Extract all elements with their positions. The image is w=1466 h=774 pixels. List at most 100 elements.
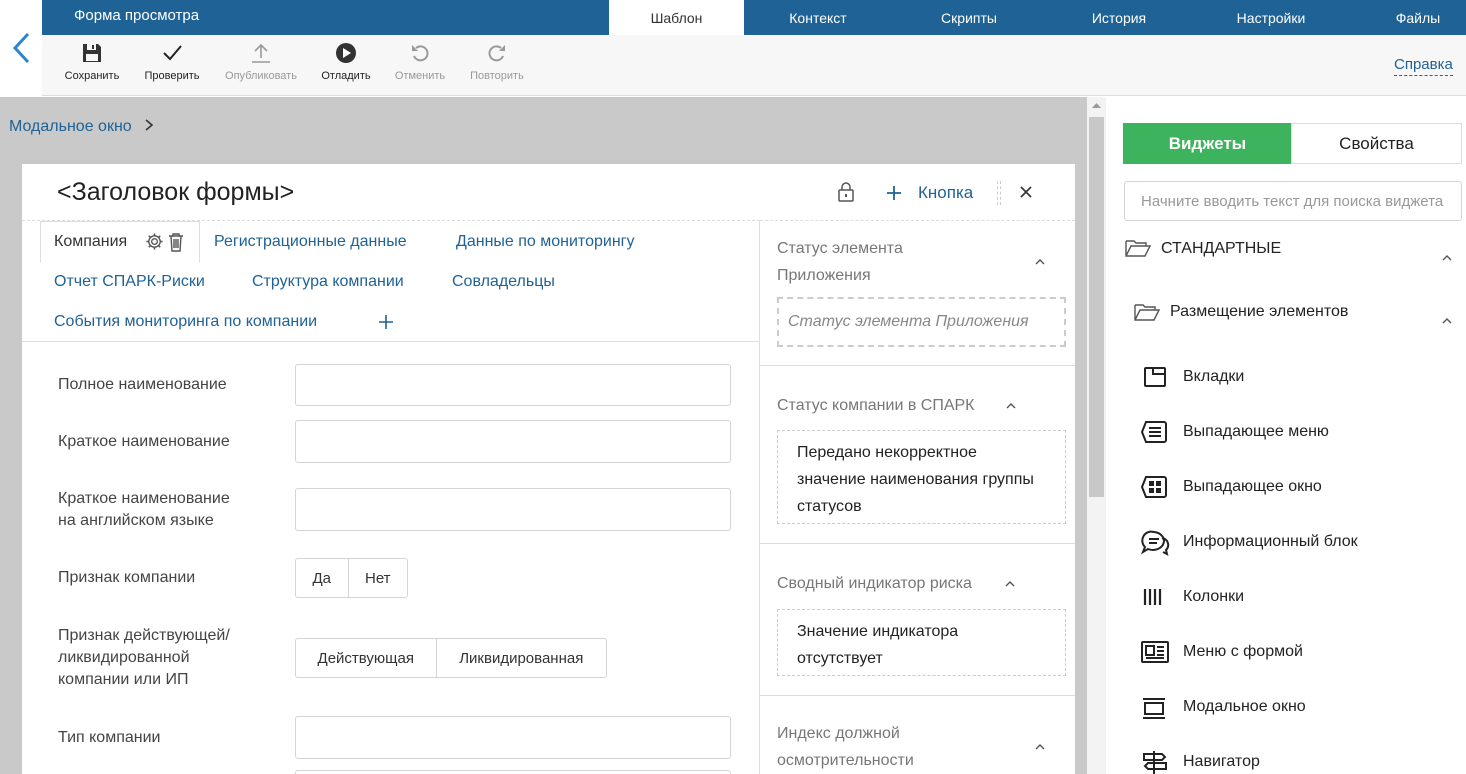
debug-button[interactable]: Отладить: [306, 40, 386, 92]
drag-handle[interactable]: [997, 181, 1001, 205]
redo-icon: [488, 45, 505, 62]
play-icon: [336, 43, 356, 63]
folder-open-icon: [1125, 240, 1151, 257]
chevron-up-icon[interactable]: [1004, 580, 1016, 588]
tab-company-structure[interactable]: Структура компании: [252, 273, 404, 291]
tab-settings[interactable]: Настройки: [1212, 0, 1330, 35]
widget-tabs[interactable]: Вкладки: [1140, 364, 1440, 392]
upload-icon: [252, 43, 270, 63]
tab-company[interactable]: Компания: [54, 233, 127, 251]
label-company-type: Тип компании: [58, 729, 161, 746]
widget-info-block[interactable]: Информационный блок: [1140, 529, 1440, 557]
tab-registration[interactable]: Регистрационные данные: [214, 233, 407, 251]
tab-history[interactable]: История: [1060, 0, 1178, 35]
save-icon: [83, 44, 101, 62]
scroll-up-icon[interactable]: [1091, 101, 1102, 109]
add-button[interactable]: Кнопка: [918, 183, 973, 203]
chevron-up-icon[interactable]: [1005, 402, 1017, 410]
navigator-icon: [1143, 751, 1167, 774]
company-type-input[interactable]: [295, 716, 731, 759]
chevron-up-icon[interactable]: [1034, 258, 1046, 266]
side-divider: [760, 365, 1075, 366]
back-button[interactable]: [0, 0, 42, 96]
undo-icon: [412, 45, 429, 62]
redo-button[interactable]: Повторить: [457, 40, 537, 92]
tab-properties[interactable]: Свойства: [1291, 123, 1462, 164]
tab-co-owners[interactable]: Совладельцы: [452, 273, 555, 291]
risk-box: Значение индикатора отсутствует: [777, 609, 1066, 676]
undo-button[interactable]: Отменить: [380, 40, 460, 92]
label-active-sign: Признак действующей/ликвидированной компа…: [58, 627, 230, 688]
tab-monitoring-events[interactable]: События мониторинга по компании: [54, 313, 317, 331]
publish-button[interactable]: Опубликовать: [221, 40, 301, 92]
full-name-input[interactable]: [295, 364, 731, 406]
side-divider: [760, 695, 1075, 696]
status-app-title: Статус элемента Приложения: [777, 240, 903, 284]
short-name-input[interactable]: [295, 420, 731, 463]
breadcrumb[interactable]: Модальное окно: [9, 118, 154, 136]
form-title[interactable]: <Заголовок формы>: [57, 178, 294, 207]
tab-context[interactable]: Контекст: [760, 0, 876, 35]
company-sign-toggle[interactable]: Да Нет: [295, 558, 408, 598]
toggle-active[interactable]: Действующая: [296, 639, 436, 677]
label-full-name: Полное наименование: [58, 376, 227, 393]
toggle-yes[interactable]: Да: [296, 559, 348, 597]
tab-scripts[interactable]: Скрипты: [910, 0, 1028, 35]
side-top-border: [760, 220, 1075, 221]
risk-title: Сводный индикатор риска: [777, 575, 972, 592]
scroll-thumb[interactable]: [1089, 117, 1104, 497]
dropdown-menu-icon: [1140, 421, 1167, 443]
close-icon[interactable]: [1019, 185, 1033, 199]
tab-template[interactable]: Шаблон: [609, 0, 744, 35]
toggle-liquidated[interactable]: Ликвидированная: [435, 639, 606, 677]
subgroup-layout[interactable]: Размещение элементов: [1170, 303, 1348, 321]
info-block-icon: [1140, 530, 1170, 556]
add-button-icon[interactable]: [885, 184, 903, 202]
spark-status-title: Статус компании в СПАРК: [777, 397, 975, 414]
active-sign-toggle[interactable]: Действующая Ликвидированная: [295, 638, 607, 678]
add-tab-icon[interactable]: [377, 313, 395, 331]
dropdown-window-icon: [1140, 476, 1167, 498]
label-short-name-en: Краткое наименование на английском языке: [58, 490, 230, 529]
side-divider: [760, 543, 1075, 544]
widget-navigator[interactable]: Навигатор: [1140, 749, 1440, 774]
next-field-input[interactable]: [295, 770, 731, 774]
trash-icon[interactable]: [167, 232, 185, 252]
widget-dropdown-window[interactable]: Выпадающее окно: [1140, 474, 1440, 502]
lock-icon[interactable]: [836, 181, 856, 203]
app-title: Форма просмотра: [74, 7, 200, 24]
widget-columns[interactable]: Колонки: [1140, 584, 1440, 612]
gear-icon[interactable]: [145, 232, 164, 251]
chevron-right-icon: [145, 119, 154, 131]
chevron-up-icon[interactable]: [1441, 317, 1453, 325]
columns-icon: [1143, 589, 1162, 605]
tab-spark-risks[interactable]: Отчет СПАРК-Риски: [54, 273, 205, 291]
check-button[interactable]: Проверить: [132, 40, 212, 92]
widget-modal-window[interactable]: Модальное окно: [1140, 694, 1440, 722]
chevron-up-icon[interactable]: [1034, 743, 1046, 751]
spark-status-box: Передано некорректное значение наименован…: [777, 430, 1066, 524]
column-divider: [759, 220, 760, 774]
form-menu-icon: [1141, 641, 1169, 663]
widget-search-input[interactable]: Начните вводить текст для поиска виджета: [1124, 181, 1462, 221]
save-button[interactable]: Сохранить: [52, 40, 132, 92]
widget-dropdown-menu[interactable]: Выпадающее меню: [1140, 419, 1440, 447]
modal-window-icon: [1143, 698, 1165, 719]
tab-widgets[interactable]: Виджеты: [1123, 123, 1292, 164]
short-name-en-input[interactable]: [295, 488, 731, 531]
widget-form-menu[interactable]: Меню с формой: [1140, 639, 1440, 667]
folder-open-icon: [1134, 304, 1160, 321]
tabs-icon: [1144, 367, 1166, 387]
group-standard[interactable]: СТАНДАРТНЫЕ: [1161, 240, 1281, 258]
status-app-placeholder[interactable]: Статус элемента Приложения: [777, 297, 1066, 347]
help-link[interactable]: Справка: [1394, 56, 1453, 76]
label-company-sign: Признак компании: [58, 569, 196, 586]
label-short-name: Краткое наименование: [58, 433, 230, 450]
due-diligence-title: Индекс должной осмотрительности: [777, 725, 914, 769]
chevron-up-icon[interactable]: [1441, 254, 1453, 262]
tab-monitoring-data[interactable]: Данные по мониторингу: [456, 233, 634, 251]
tab-files[interactable]: Файлы: [1378, 0, 1458, 35]
toggle-no[interactable]: Нет: [347, 559, 407, 597]
chevron-left-icon: [12, 32, 30, 64]
check-icon: [163, 45, 182, 61]
